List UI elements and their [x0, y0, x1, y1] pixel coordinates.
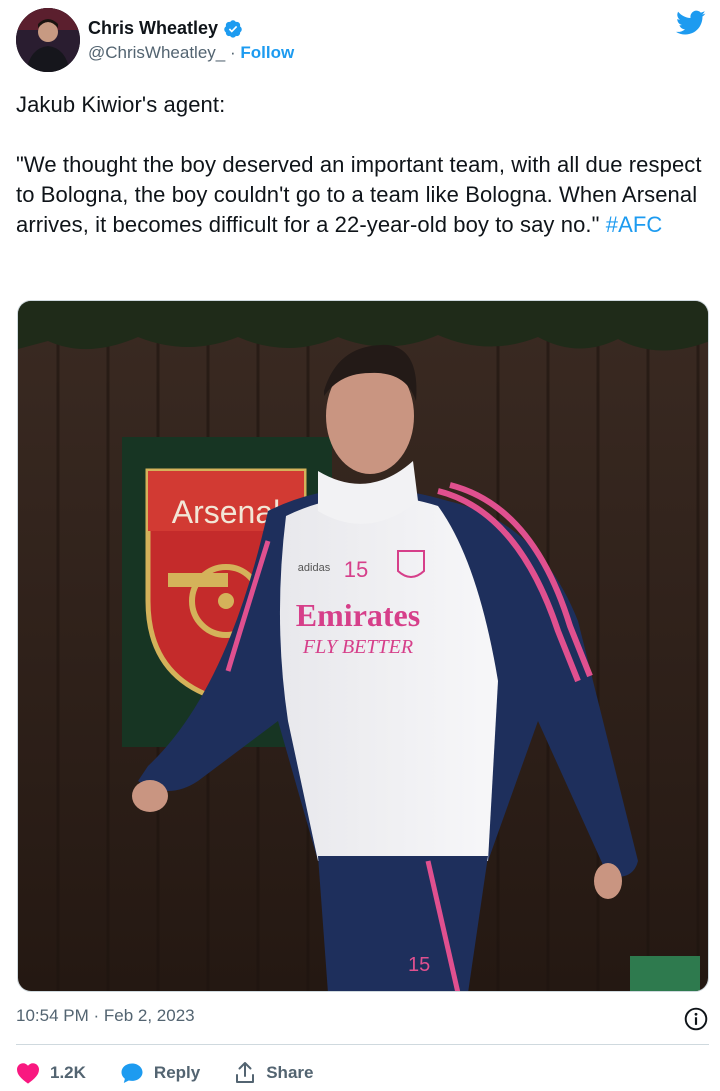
- like-count: 1.2K: [50, 1063, 86, 1082]
- divider: [16, 1044, 709, 1045]
- reply-button[interactable]: Reply: [120, 1061, 200, 1085]
- info-icon[interactable]: [683, 1006, 709, 1032]
- shorts-number: 15: [408, 954, 430, 976]
- action-bar: 1.2K Reply Share: [16, 1058, 347, 1088]
- crest-text: Arsenal: [172, 494, 281, 530]
- shirt-number: 15: [344, 557, 368, 582]
- separator-dot: ·: [225, 43, 241, 62]
- share-label: Share: [266, 1063, 314, 1082]
- twitter-bird-icon[interactable]: [676, 10, 706, 36]
- tweet-text-quote: "We thought the boy deserved an importan…: [16, 150, 711, 240]
- quote-text: "We thought the boy deserved an importan…: [16, 152, 708, 237]
- share-upload-icon: [236, 1062, 255, 1083]
- shirt-brand: adidas: [298, 562, 331, 574]
- display-name-text[interactable]: Chris Wheatley: [88, 18, 218, 39]
- author-names: Chris Wheatley @ChrisWheatley_ · Follow: [88, 18, 294, 63]
- reply-label: Reply: [153, 1063, 201, 1082]
- heart-icon: [17, 1063, 39, 1084]
- tweet-text-intro: Jakub Kiwior's agent:: [16, 92, 226, 117]
- author-handle[interactable]: @ChrisWheatley_: [88, 43, 225, 62]
- follow-button[interactable]: Follow: [240, 43, 294, 62]
- tweet-body: Jakub Kiwior's agent: "We thought the bo…: [16, 90, 711, 240]
- verified-badge-icon: [224, 19, 242, 38]
- tweet-timestamp[interactable]: 10:54 PM · Feb 2, 2023: [16, 1006, 195, 1025]
- reply-bubble-icon: [121, 1063, 143, 1083]
- author-handle-line: @ChrisWheatley_ · Follow: [88, 43, 294, 63]
- share-button[interactable]: Share: [234, 1061, 313, 1085]
- tweet-photo[interactable]: Arsenal Emirates FLY BETTER adidas 15 15: [17, 300, 709, 992]
- author-display-name[interactable]: Chris Wheatley: [88, 18, 243, 39]
- avatar[interactable]: [16, 8, 80, 72]
- hashtag-link[interactable]: #AFC: [606, 212, 663, 237]
- timestamp-row: 10:54 PM · Feb 2, 2023: [16, 1006, 709, 1032]
- tweet-header: Chris Wheatley @ChrisWheatley_ · Follow: [16, 8, 706, 74]
- shirt-sponsor: Emirates: [296, 597, 420, 633]
- shirt-tagline: FLY BETTER: [302, 636, 413, 658]
- like-button[interactable]: 1.2K: [16, 1062, 86, 1084]
